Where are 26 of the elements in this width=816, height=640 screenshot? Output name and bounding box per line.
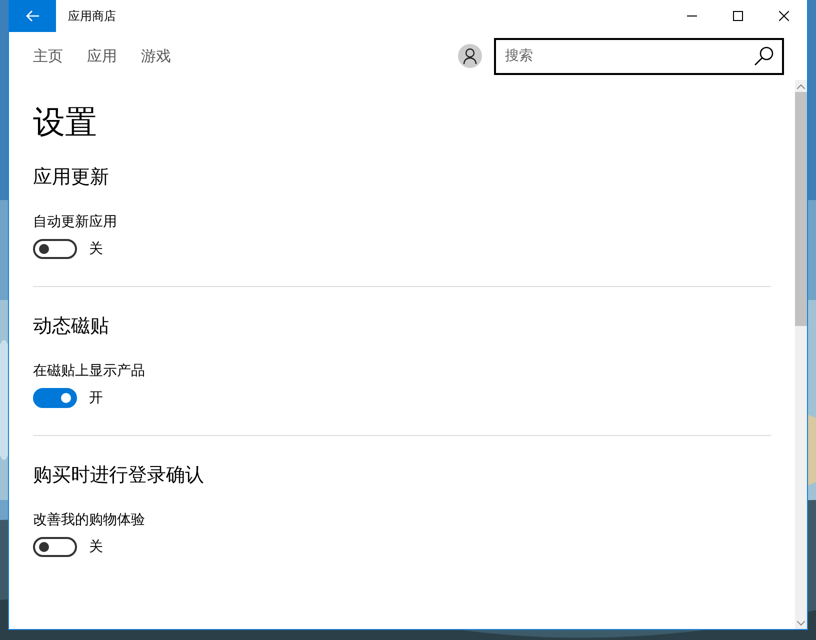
user-avatar-icon[interactable] — [458, 44, 482, 68]
section-title: 购买时进行登录确认 — [33, 463, 205, 488]
nav-tab[interactable]: 应用 — [87, 46, 117, 66]
nav-tab[interactable]: 游戏 — [141, 46, 171, 66]
scroll-down-icon[interactable] — [797, 620, 805, 626]
section-title: 动态磁贴 — [33, 314, 110, 339]
page-title: 设置 — [33, 102, 98, 142]
toggle-switch[interactable] — [33, 388, 77, 408]
setting-label: 自动更新应用 — [33, 213, 118, 232]
nav-tab[interactable]: 主页 — [33, 46, 63, 66]
scroll-up-icon[interactable] — [797, 84, 805, 88]
toggle-switch[interactable] — [33, 537, 77, 557]
maximize-icon — [733, 11, 743, 21]
toggle-state: 开 — [89, 389, 103, 407]
setting-label: 改善我的购物体验 — [33, 511, 146, 530]
close-icon — [779, 11, 789, 21]
back-arrow-icon — [26, 10, 40, 22]
setting-label: 在磁贴上显示产品 — [33, 362, 146, 381]
section-title: 应用更新 — [33, 165, 110, 190]
toggle-switch[interactable] — [33, 239, 77, 259]
search-icon[interactable] — [754, 46, 774, 66]
search-field[interactable]: 搜索 — [494, 38, 784, 74]
window-title: 应用商店 — [68, 8, 117, 24]
toggle-state: 关 — [89, 538, 103, 556]
toggle-state: 关 — [89, 240, 103, 258]
scrollbar[interactable] — [795, 80, 807, 629]
